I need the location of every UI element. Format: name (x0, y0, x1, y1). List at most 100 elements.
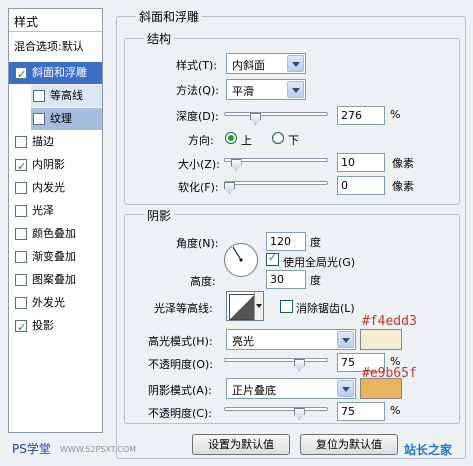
outer-glow-checkbox[interactable] (15, 297, 27, 309)
direction-up-label: 上 (241, 134, 252, 147)
depth-input[interactable]: 276 (337, 106, 385, 125)
anti-aliased-checkbox[interactable] (280, 300, 293, 313)
styles-list-title: 样式 (9, 9, 102, 32)
technique-value: 平滑 (232, 85, 254, 98)
texture-checkbox[interactable] (33, 113, 45, 125)
inner-glow-label: 内发光 (32, 181, 65, 194)
inner-shadow-checkbox[interactable] (15, 156, 27, 178)
technique-select[interactable]: 平滑 (226, 79, 306, 100)
angle-dial-indicator (232, 246, 243, 262)
altitude-label: 高度: (190, 275, 216, 288)
soften-value: 0 (341, 179, 348, 192)
texture-label: 纹理 (50, 112, 72, 125)
shadow-mode-value: 正片叠底 (232, 384, 276, 397)
highlight-hex-note: #f4edd3 (362, 314, 417, 329)
chevron-down-icon (337, 331, 354, 348)
blending-options-label: 混合选项:默认 (14, 40, 84, 53)
drop-shadow-item[interactable]: 投影 (9, 315, 102, 339)
watermark-left-url: WWW.52PSXT.COM (60, 445, 137, 454)
direction-up-radio[interactable] (225, 132, 237, 144)
stroke-checkbox[interactable] (15, 136, 27, 148)
global-light-label: 使用全局光(G) (283, 256, 356, 269)
satin-checkbox[interactable] (15, 205, 27, 217)
gradient-overlay-item[interactable]: 渐变叠加 (9, 246, 102, 268)
shadow-opacity-value: 75 (341, 405, 355, 418)
highlight-opacity-value: 75 (341, 356, 355, 369)
shadow-mode-label: 阴影模式(A): (148, 384, 212, 397)
direction-down-radio[interactable] (272, 132, 284, 144)
angle-dial[interactable] (224, 243, 258, 277)
direction-down-label: 下 (288, 134, 299, 147)
make-default-button[interactable]: 设置为默认值 (192, 434, 290, 455)
stroke-label: 描边 (32, 135, 54, 148)
drop-shadow-label: 投影 (32, 319, 54, 332)
highlight-mode-label: 高光模式(H): (148, 335, 213, 348)
stroke-item[interactable]: 描边 (9, 131, 102, 153)
reset-default-button[interactable]: 复位为默认值 (300, 434, 398, 455)
shadow-color-swatch[interactable] (360, 378, 402, 399)
color-overlay-item[interactable]: 颜色叠加 (9, 223, 102, 245)
bevel-emboss-checkbox[interactable] (15, 64, 27, 86)
shadow-opacity-unit: % (390, 404, 401, 417)
inner-shadow-label: 内阴影 (32, 158, 65, 171)
chevron-down-icon (287, 55, 304, 72)
contour-checkbox[interactable] (33, 90, 45, 102)
bevel-emboss-label: 斜面和浮雕 (32, 66, 87, 79)
color-overlay-label: 颜色叠加 (32, 227, 76, 240)
contour-item[interactable]: 等高线 (31, 85, 102, 107)
outer-glow-label: 外发光 (32, 296, 65, 309)
highlight-color-swatch[interactable] (360, 329, 402, 350)
bevel-emboss-group-title: 斜面和浮雕 (136, 8, 203, 25)
contour-label: 等高线 (50, 89, 83, 102)
inner-glow-checkbox[interactable] (15, 182, 27, 194)
highlight-opacity-label: 不透明度(O): (148, 358, 213, 371)
global-light-checkbox[interactable] (266, 251, 279, 266)
size-input[interactable]: 10 (337, 153, 385, 172)
pattern-overlay-checkbox[interactable] (15, 274, 27, 286)
highlight-opacity-track[interactable] (224, 358, 328, 362)
inner-glow-item[interactable]: 内发光 (9, 177, 102, 199)
direction-label: 方向: (188, 134, 214, 147)
bevel-emboss-item[interactable]: 斜面和浮雕 (9, 62, 102, 86)
shadow-opacity-label: 不透明度(C): (148, 407, 212, 420)
angle-label: 角度(N): (176, 237, 219, 250)
soften-input[interactable]: 0 (337, 176, 385, 195)
soften-unit: 像素 (392, 180, 414, 193)
shadow-mode-select[interactable]: 正片叠底 (226, 378, 356, 399)
color-overlay-checkbox[interactable] (15, 228, 27, 240)
styles-list: 样式 混合选项:默认 斜面和浮雕 等高线 纹理 描边 内阴影 内发光 光泽 颜色… (8, 8, 103, 433)
gloss-contour-picker[interactable] (226, 291, 264, 321)
shadow-opacity-input[interactable]: 75 (337, 402, 385, 421)
inner-shadow-item[interactable]: 内阴影 (9, 154, 102, 178)
angle-unit: 度 (310, 236, 321, 249)
depth-unit: % (390, 108, 401, 121)
bevel-style-select[interactable]: 内斜面 (226, 53, 306, 74)
chevron-down-icon (337, 380, 354, 397)
chevron-down-icon[interactable] (254, 292, 263, 320)
bevel-style-value: 内斜面 (232, 59, 265, 72)
satin-item[interactable]: 光泽 (9, 200, 102, 222)
soften-slider-track[interactable] (224, 181, 328, 185)
angle-input[interactable]: 120 (266, 232, 306, 251)
pattern-overlay-item[interactable]: 图案叠加 (9, 269, 102, 291)
style-label: 样式(T): (176, 59, 218, 72)
depth-slider-track[interactable] (224, 112, 328, 116)
size-value: 10 (341, 156, 355, 169)
watermark-left: PS学堂 (12, 442, 51, 456)
outer-glow-item[interactable]: 外发光 (9, 292, 102, 314)
size-unit: 像素 (392, 157, 414, 170)
highlight-mode-value: 亮光 (232, 335, 254, 348)
altitude-value: 30 (270, 273, 284, 286)
blending-options-item[interactable]: 混合选项:默认 (9, 36, 102, 58)
depth-label: 深度(D): (176, 110, 219, 123)
size-label: 大小(Z): (178, 158, 220, 171)
altitude-input[interactable]: 30 (266, 270, 306, 289)
drop-shadow-checkbox[interactable] (15, 317, 27, 339)
angle-value: 120 (270, 235, 291, 248)
gloss-contour-label: 光泽等高线: (154, 302, 213, 315)
gradient-overlay-checkbox[interactable] (15, 251, 27, 263)
shadow-opacity-track[interactable] (224, 407, 328, 411)
highlight-mode-select[interactable]: 亮光 (226, 329, 356, 350)
watermark-right: 站长之家 (404, 443, 453, 457)
texture-item[interactable]: 纹理 (31, 108, 102, 130)
